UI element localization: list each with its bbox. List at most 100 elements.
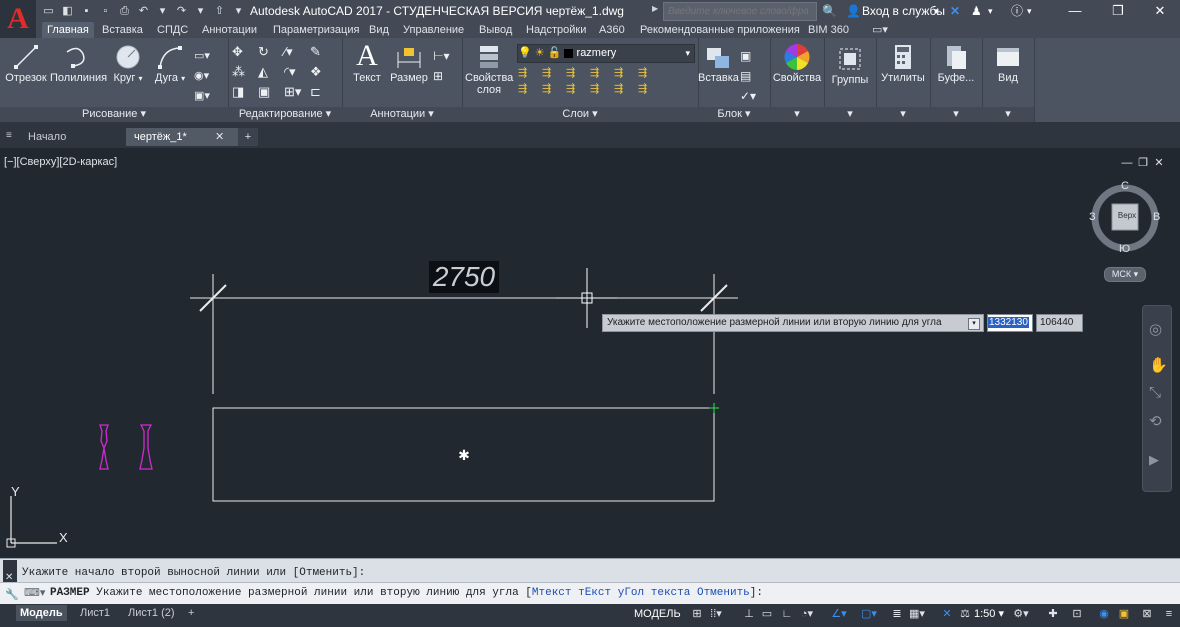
undo-icon[interactable]: ↶ [135,3,152,19]
isodraft-icon[interactable]: ∠▾ [830,606,848,622]
isolate-objects-icon[interactable]: ◉ [1095,606,1113,622]
dimension-button[interactable]: Размер [390,42,428,84]
orbit-icon[interactable]: ⟲ [1149,412,1162,430]
layer-tool-10-icon[interactable]: ⇶ [590,82,614,95]
viewcube-face[interactable]: Верх [1115,211,1139,220]
panel-layers-title[interactable]: Слои ▾ [462,107,698,122]
apps-dropdown-icon[interactable]: ▾ [988,0,993,22]
search-box[interactable] [663,2,817,21]
layer-tool-3-icon[interactable]: ⇶ [566,66,590,79]
create-block-icon[interactable]: ▣ [740,46,756,66]
layout-tab-sheet1[interactable]: Лист1 [76,605,114,621]
viewcube-north[interactable]: С [1121,180,1129,192]
autodesk-360-icon[interactable]: ♟ [971,0,982,22]
redo-dropdown-icon[interactable]: ▾ [192,3,209,19]
zoom-extents-icon[interactable]: ⤡ [1149,384,1161,401]
option-angle[interactable]: уГол текста [618,587,691,599]
command-icon[interactable]: ⌨▾ [24,586,45,599]
viewcube-east[interactable]: В [1153,211,1160,223]
properties-button[interactable]: Свойства [772,42,822,84]
clipboard-button[interactable]: Буфе... [932,42,980,84]
application-menu-button[interactable]: A [0,0,36,38]
mirror-icon[interactable]: ◭ [258,64,284,80]
panel-clipboard-expand-icon[interactable]: ▾ [930,107,982,122]
tab-output[interactable]: Вывод [479,22,512,38]
panel-annotation-title[interactable]: Аннотации ▾ [342,107,462,122]
undo-dropdown-icon[interactable]: ▾ [154,3,171,19]
tab-view[interactable]: Вид [369,22,389,38]
tab-parametric[interactable]: Параметризация [273,22,359,38]
annotation-visibility-icon[interactable]: ✕ [938,606,956,622]
tab-home[interactable]: Главная [42,22,94,38]
customize-qat-icon[interactable]: ▾ [230,3,247,19]
rotate-icon[interactable]: ↻ [258,44,284,60]
layer-tool-5-icon[interactable]: ⇶ [614,66,638,79]
scale-icon[interactable]: ▣ [258,84,284,100]
fillet-icon[interactable]: ◜▾ [284,64,310,80]
redo-icon[interactable]: ↷ [173,3,190,19]
exchange-apps-icon[interactable]: ✕ [950,0,960,22]
close-tab-icon[interactable]: ✕ [215,130,224,143]
panel-groups-expand-icon[interactable]: ▾ [824,107,876,122]
circle-button[interactable]: Круг ▾ [110,42,146,84]
layer-tool-2-icon[interactable]: ⇶ [542,66,566,79]
gradient-icon[interactable]: ▣▾ [194,86,210,106]
layer-dropdown[interactable]: 💡 ☀ 🔓 razmery ▾ [517,44,695,63]
infer-constraints-icon[interactable]: ⊥ [740,606,758,622]
circle-dropdown-icon[interactable]: ▾ [138,74,142,83]
layer-tool-11-icon[interactable]: ⇶ [614,82,638,95]
viewcube-west[interactable]: З [1089,211,1096,223]
option-text[interactable]: тЕкст [578,587,611,599]
panel-draw-title[interactable]: Рисование ▾ [0,107,228,122]
dynamic-input-icon[interactable]: ▭ [758,606,776,622]
panel-properties-expand-icon[interactable]: ▾ [770,107,824,122]
panel-block-title[interactable]: Блок ▾ [698,107,770,122]
stretch-icon[interactable]: ◨ [232,84,258,100]
tab-insert[interactable]: Вставка [102,22,143,38]
layer-tool-6-icon[interactable]: ⇶ [638,66,662,79]
view-button[interactable]: Вид [984,42,1032,84]
arc-dropdown-icon[interactable]: ▾ [181,74,185,83]
minimize-icon[interactable]: — [1055,0,1095,22]
explode-icon[interactable]: ❖ [310,64,336,80]
viewcube-south[interactable]: Ю [1119,243,1130,255]
lineweight-icon[interactable]: ≣ [888,606,906,622]
option-undo[interactable]: Отменить [697,587,750,599]
customization-menu-icon[interactable]: ≡ [1160,606,1178,622]
help-icon[interactable]: ⓘ [1011,0,1023,22]
tab-menu-icon[interactable]: ≡ [6,130,12,141]
block-attrib-icon[interactable]: ✓▾ [740,86,756,106]
doc-tab-drawing1[interactable]: чертёж_1* [126,128,242,146]
graphics-performance-icon[interactable]: ▣ [1115,606,1133,622]
hatch-icon[interactable]: ◉▾ [194,66,210,86]
arc-button[interactable]: Дуга ▾ [152,42,188,84]
layer-tool-1-icon[interactable]: ⇶ [518,66,542,79]
search-icon[interactable]: 🔍 [822,0,837,22]
coordinate-input-x[interactable]: 1332130 [987,314,1033,332]
panel-utilities-expand-icon[interactable]: ▾ [876,107,930,122]
tab-spds[interactable]: СПДС [157,22,188,38]
search-input[interactable] [668,4,808,18]
open-icon[interactable]: ◧ [59,3,76,19]
tab-a360[interactable]: A360 [599,22,625,38]
close-icon[interactable]: ✕ [1140,0,1180,22]
ribbon-toggle-icon[interactable]: ▭▾ [872,22,888,38]
tab-addins[interactable]: Надстройки [526,22,586,38]
layer-tool-12-icon[interactable]: ⇶ [638,82,662,95]
save-icon[interactable]: ▪ [78,3,95,19]
user-icon[interactable]: 👤 [846,0,861,22]
leader-icon[interactable]: ⊢▾ [433,46,449,66]
layout-tab-sheet1-2[interactable]: Лист1 (2) [124,605,179,621]
polyline-button[interactable]: Полилиния [50,42,107,84]
edit-block-icon[interactable]: ▤ [740,66,756,86]
snap-icon[interactable]: ⁞⁞▾ [707,606,725,622]
tab-bim360[interactable]: BIM 360 [808,22,849,38]
layer-tool-4-icon[interactable]: ⇶ [590,66,614,79]
showmotion-icon[interactable]: ▶ [1149,452,1159,468]
folder-icon[interactable]: ▭ [40,3,57,19]
viewcube[interactable] [1090,180,1162,280]
trim-icon[interactable]: ⁄▾ [284,44,310,60]
layout-tab-model[interactable]: Модель [16,605,67,621]
tab-annotate[interactable]: Аннотации [202,22,257,38]
object-snap-icon[interactable]: ▢▾ [860,606,878,622]
